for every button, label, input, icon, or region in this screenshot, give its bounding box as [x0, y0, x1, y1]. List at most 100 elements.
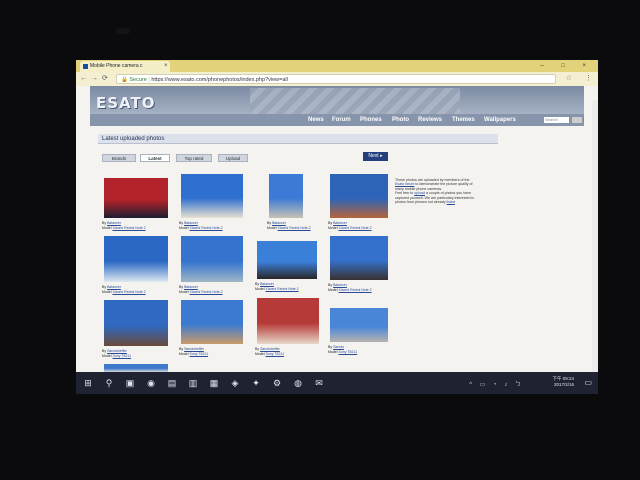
- nav-forum[interactable]: Forum: [332, 114, 351, 126]
- esato-forum-link[interactable]: Esato forum: [395, 182, 414, 186]
- back-icon[interactable]: ←: [80, 74, 87, 84]
- task-view-icon[interactable]: ▣: [124, 377, 136, 389]
- upload-link[interactable]: upload: [414, 191, 425, 195]
- nav-phones[interactable]: Phones: [360, 114, 382, 126]
- photo-author-link[interactable]: Balancer: [333, 221, 347, 225]
- esato-favicon-icon: [83, 64, 88, 69]
- photo-caption: By Balancer Model Xiaomi Redmi Note 2: [255, 282, 299, 291]
- tab-brands[interactable]: Brands: [102, 154, 136, 162]
- photo-caption: By Sanctu Model Sony T8211: [328, 345, 358, 354]
- photo-model-link[interactable]: Sony T8211: [339, 350, 358, 354]
- forward-icon[interactable]: →: [91, 74, 98, 84]
- page-scrollbar[interactable]: [592, 100, 598, 382]
- photo-model-link[interactable]: Xiaomi Redmi Note 2: [190, 290, 223, 294]
- photo-model-link[interactable]: Xiaomi Redmi Note 2: [113, 226, 146, 230]
- photo-author-link[interactable]: Sanctuheffer: [184, 347, 204, 351]
- photo-thumbnail[interactable]: [181, 300, 243, 344]
- nav-photo[interactable]: Photo: [392, 114, 409, 126]
- photo-caption: By Balancer Model Xiaomi Redmi Note 2: [267, 221, 311, 230]
- section-title: Latest uploaded photos: [98, 134, 498, 144]
- photo-author-link[interactable]: Balancer: [333, 283, 347, 287]
- windows-taskbar: ⊞ ⚲ ▣ ◉ ▤ ▥ ▦ ◈ ✦ ⚙ ◍ ✉ ^ ▭ ◔ ♪ ㄅ 下午 09:24 2017/2/1…: [76, 372, 598, 394]
- webcam-area: [116, 28, 130, 34]
- photo-caption: By Balancer Model Xiaomi Redmi Note 2: [328, 283, 372, 292]
- photo-description: These photos are uploaded by members of …: [395, 178, 475, 205]
- photo-model-link[interactable]: Xiaomi Redmi Note 2: [190, 226, 223, 230]
- window-controls[interactable]: – □ ×: [540, 60, 594, 72]
- site-search-button[interactable]: [572, 117, 582, 123]
- photo-model-link[interactable]: Xiaomi Redmi Note 2: [266, 287, 299, 291]
- photo-author-link[interactable]: Balancer: [107, 285, 121, 289]
- nav-themes[interactable]: Themes: [452, 114, 475, 126]
- url-text: https://www.esato.com/phonephotos/index.…: [151, 77, 288, 83]
- photo-thumbnail[interactable]: [104, 178, 168, 218]
- bookmark-star-icon[interactable]: ☆: [566, 74, 572, 82]
- photo-model-link[interactable]: Xiaomi Redmi Note 2: [339, 226, 372, 230]
- photo-model-link[interactable]: Xiaomi Redmi Note 2: [278, 226, 311, 230]
- tab-upload[interactable]: Upload: [218, 154, 248, 162]
- photo-model-link[interactable]: Xiaomi Redmi Note 2: [113, 290, 146, 294]
- photo-thumbnail[interactable]: [104, 300, 168, 346]
- app-icon[interactable]: ▤: [166, 377, 178, 389]
- browser-menu-icon[interactable]: ⋮: [585, 74, 592, 82]
- browser-tabstrip: Mobile Phone camera c × – □ ×: [76, 60, 598, 72]
- tab-title: Mobile Phone camera c: [90, 63, 143, 69]
- photo-author-link[interactable]: Balancer: [260, 282, 274, 286]
- media-icon[interactable]: ◈: [229, 377, 241, 389]
- photo-thumbnail[interactable]: [269, 174, 303, 218]
- photo-model-link[interactable]: Sony T8211: [190, 352, 209, 356]
- site-header: ESATO News Forum Phones Photo Reviews Th…: [90, 86, 584, 126]
- photo-author-link[interactable]: Sanctuheffer: [107, 349, 127, 353]
- notification-icon[interactable]: ▭: [584, 378, 592, 387]
- listed-link[interactable]: listed: [447, 200, 455, 204]
- settings-icon[interactable]: ⚙: [271, 377, 283, 389]
- chrome-icon[interactable]: ◉: [145, 377, 157, 389]
- clock[interactable]: 下午 09:24 2017/2/16: [552, 376, 574, 388]
- photo-thumbnail[interactable]: [330, 174, 388, 218]
- photo-model-link[interactable]: Sony T8211: [266, 352, 285, 356]
- mail-icon[interactable]: ✉: [313, 377, 325, 389]
- photo-caption: By Balancer Model Xiaomi Redmi Note 2: [179, 221, 223, 230]
- photo-thumbnail[interactable]: [330, 236, 388, 280]
- game-icon[interactable]: ✦: [250, 377, 262, 389]
- photo-thumbnail[interactable]: [104, 236, 168, 282]
- network-icon[interactable]: ◍: [292, 377, 304, 389]
- photo-author-link[interactable]: Sanctu: [333, 345, 344, 349]
- nav-reviews[interactable]: Reviews: [418, 114, 442, 126]
- photo-caption: By Balancer Model Xiaomi Redmi Note 2: [102, 285, 146, 294]
- photo-author-link[interactable]: Balancer: [184, 285, 198, 289]
- tab-top-rated[interactable]: Top rated: [176, 154, 212, 162]
- next-page-button[interactable]: Next ▸: [363, 152, 388, 161]
- photo-thumbnail[interactable]: [181, 174, 243, 218]
- photo-model-link[interactable]: Sony T8211: [113, 354, 132, 358]
- photo-thumbnail[interactable]: [181, 236, 243, 282]
- photo-author-link[interactable]: Balancer: [272, 221, 286, 225]
- site-search-input[interactable]: Search: [544, 117, 569, 123]
- header-banner-image: [250, 88, 460, 114]
- address-bar[interactable]: 🔒 Secure | https://www.esato.com/phoneph…: [116, 74, 556, 84]
- browser-tab[interactable]: Mobile Phone camera c ×: [80, 61, 170, 72]
- reload-icon[interactable]: ⟳: [102, 74, 108, 84]
- nav-wallpapers[interactable]: Wallpapers: [484, 114, 516, 126]
- store-icon[interactable]: ▦: [208, 377, 220, 389]
- photo-thumbnail[interactable]: [104, 364, 168, 372]
- start-icon[interactable]: ⊞: [82, 377, 94, 389]
- photo-model-link[interactable]: Xiaomi Redmi Note 2: [339, 288, 372, 292]
- close-tab-icon[interactable]: ×: [164, 61, 168, 72]
- esato-logo[interactable]: ESATO: [96, 94, 155, 112]
- nav-news[interactable]: News: [308, 114, 324, 126]
- tab-latest[interactable]: Latest: [140, 154, 170, 162]
- photo-author-link[interactable]: Balancer: [184, 221, 198, 225]
- site-navbar: News Forum Phones Photo Reviews Themes W…: [90, 114, 584, 126]
- photo-thumbnail[interactable]: [257, 241, 317, 279]
- photo-thumbnail[interactable]: [257, 298, 319, 344]
- photo-caption: By Sanctuheffer Model Sony T8211: [255, 347, 285, 356]
- search-icon[interactable]: ⚲: [103, 377, 115, 389]
- photo-author-link[interactable]: Sanctuheffer: [260, 347, 280, 351]
- explorer-icon[interactable]: ▥: [187, 377, 199, 389]
- photo-caption: By Sanctuheffer Model Sony T8211: [102, 349, 132, 358]
- photo-thumbnail[interactable]: [330, 308, 388, 342]
- photo-author-link[interactable]: Balancer: [107, 221, 121, 225]
- system-tray-icons[interactable]: ^ ▭ ◔ ♪ ㄅ: [469, 379, 524, 388]
- monitor-screen: Mobile Phone camera c × – □ × ← → ⟳ 🔒 Se…: [76, 60, 598, 394]
